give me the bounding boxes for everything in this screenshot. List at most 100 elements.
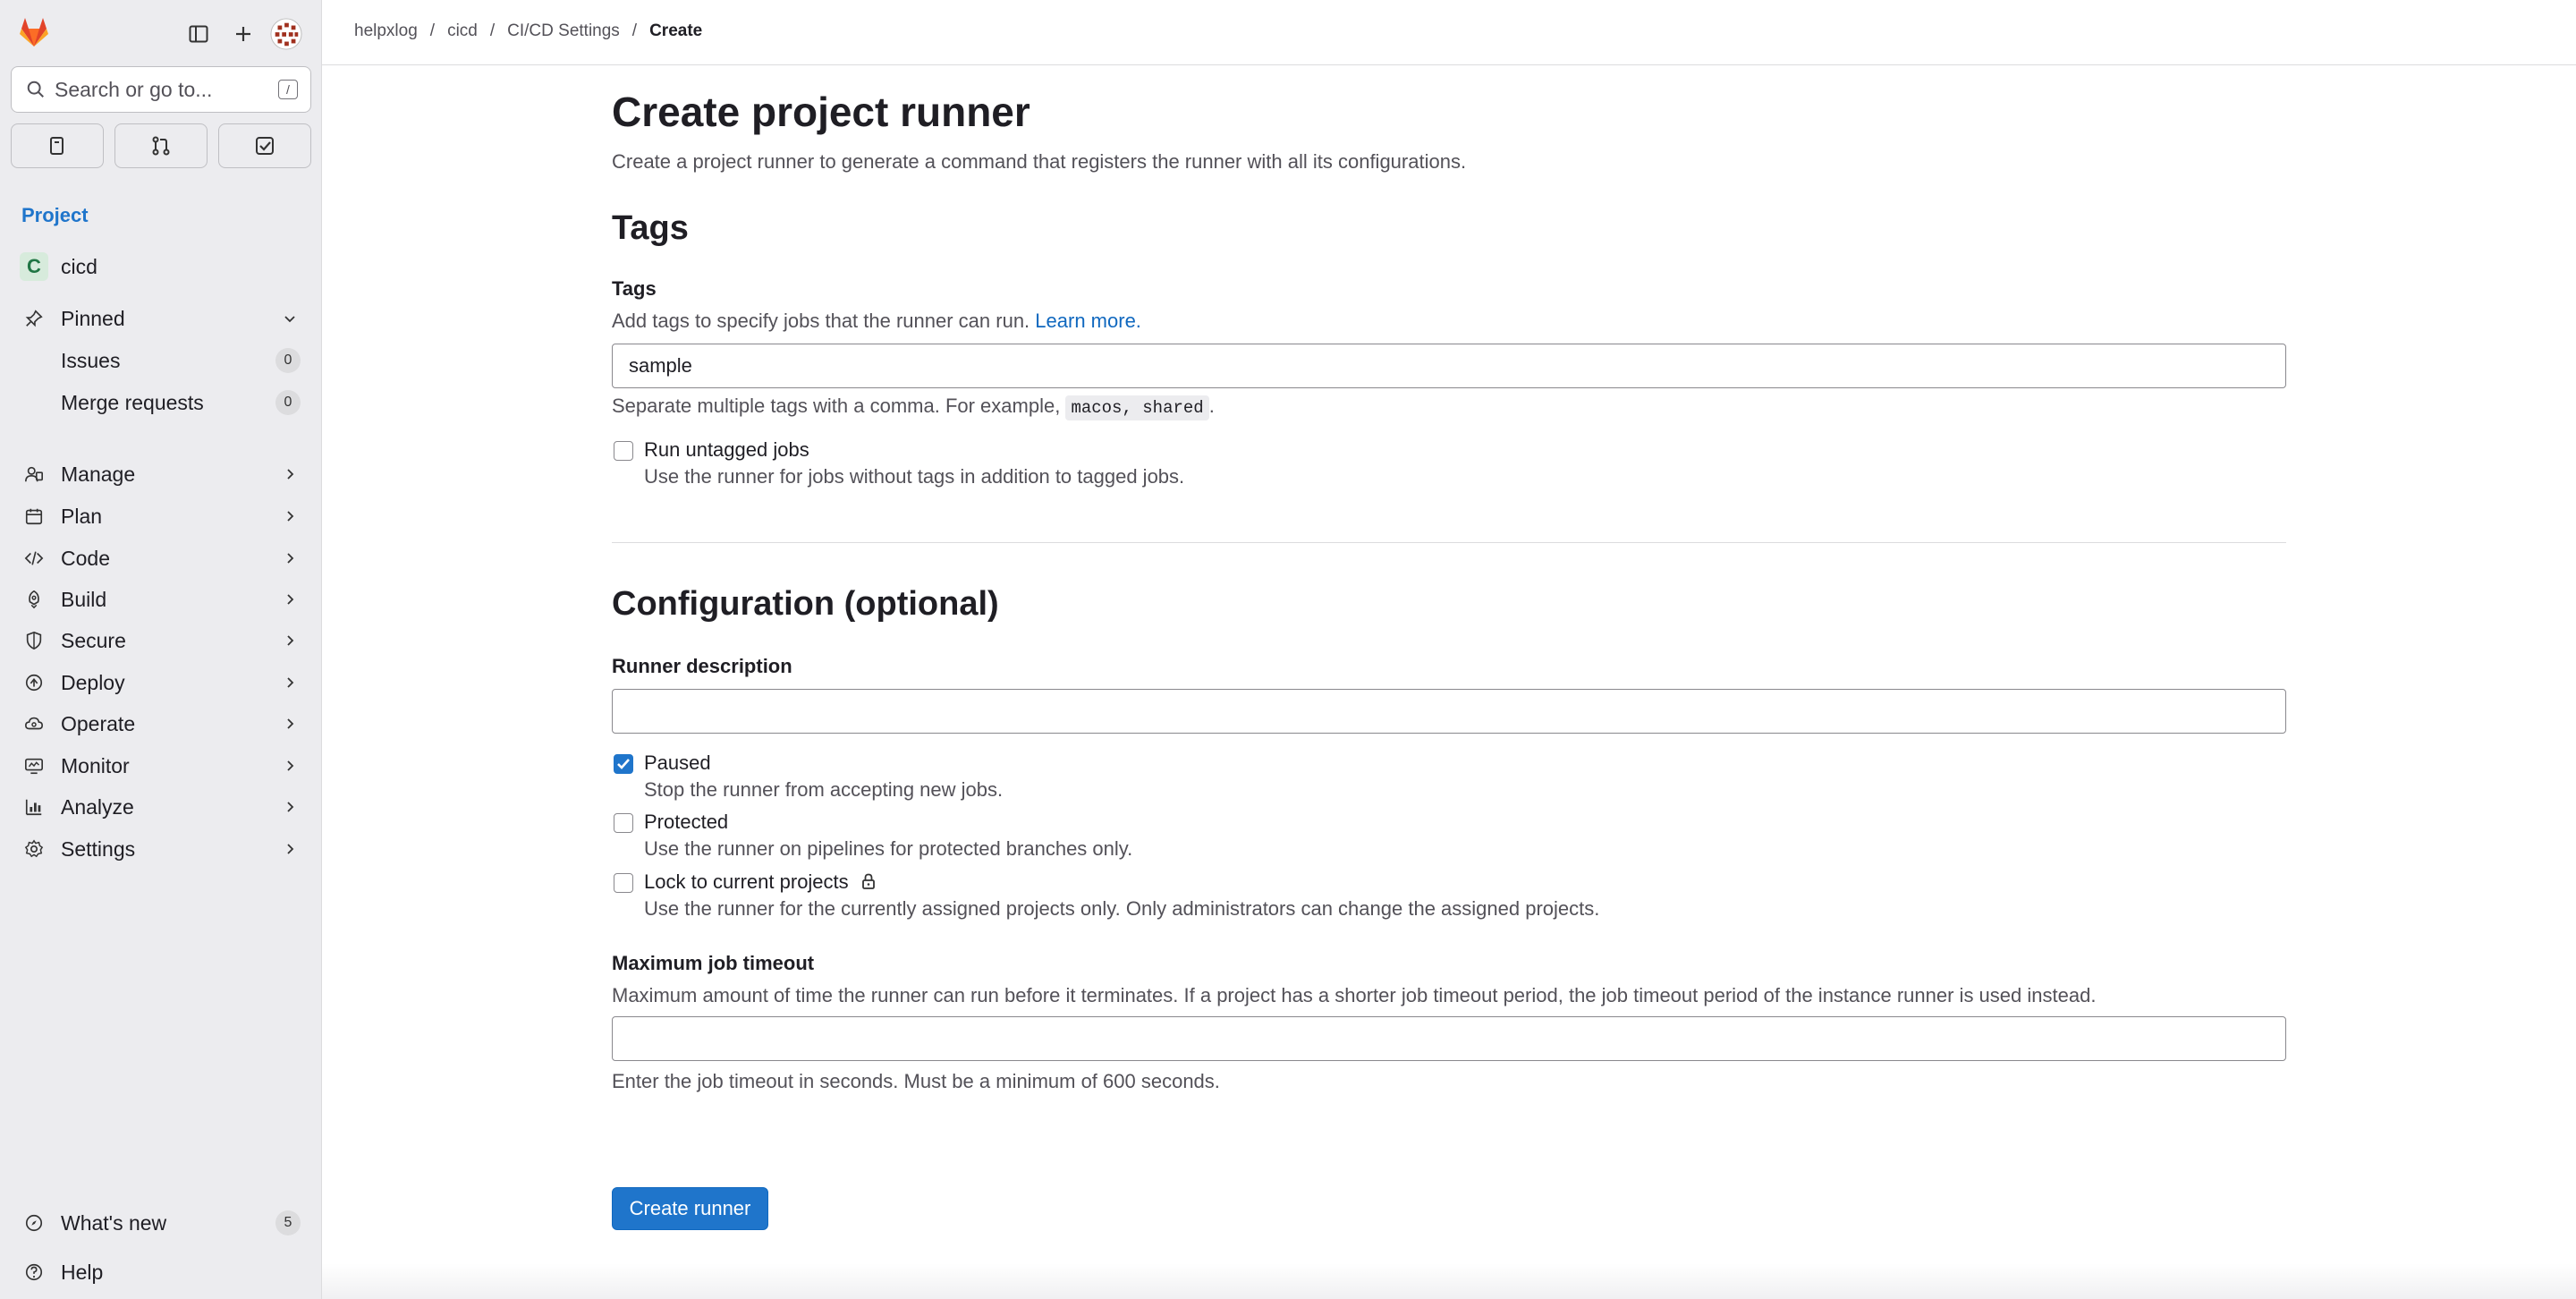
sidebar-item-pinned[interactable]: Pinned bbox=[11, 299, 311, 338]
sidebar-item-whats-new[interactable]: What's new 5 bbox=[11, 1203, 311, 1243]
paused-label: Paused bbox=[644, 751, 711, 774]
chevron-right-icon bbox=[287, 760, 294, 771]
sidebar-item-label: Monitor bbox=[61, 753, 130, 777]
tags-input[interactable] bbox=[612, 344, 2286, 388]
count-badge: 0 bbox=[275, 390, 301, 415]
header-divider bbox=[322, 64, 2576, 65]
breadcrumb-project[interactable]: cicd bbox=[447, 21, 478, 41]
chevron-right-icon bbox=[287, 844, 294, 854]
help-icon bbox=[25, 1263, 43, 1281]
sidebar-item-manage[interactable]: Manage bbox=[11, 454, 311, 494]
keyboard-shortcut-badge: / bbox=[278, 80, 298, 99]
users-icon bbox=[25, 466, 43, 482]
gear-icon bbox=[24, 839, 44, 858]
count-badge: 0 bbox=[275, 348, 301, 373]
pinned-label: Pinned bbox=[61, 306, 125, 330]
runner-description-input[interactable] bbox=[612, 689, 2286, 734]
paused-checkbox[interactable] bbox=[614, 754, 633, 774]
search-input[interactable]: Search or go to... / bbox=[11, 66, 311, 113]
run-untagged-label: Run untagged jobs bbox=[644, 438, 809, 461]
sidebar-item-label: Analyze bbox=[61, 794, 134, 819]
todo-icon bbox=[256, 137, 274, 155]
chevron-right-icon bbox=[287, 594, 294, 605]
compass-icon bbox=[25, 1214, 43, 1232]
sidebar-item-analyze[interactable]: Analyze bbox=[11, 787, 311, 827]
sidebar-item-merge-requests[interactable]: Merge requests 0 bbox=[11, 383, 311, 422]
sidebar-item-plan[interactable]: Plan bbox=[11, 497, 311, 536]
sidebar-item-build[interactable]: Build bbox=[11, 580, 311, 619]
sidebar-item-issues[interactable]: Issues 0 bbox=[11, 341, 311, 380]
pin-icon bbox=[25, 310, 43, 327]
chevron-right-icon bbox=[287, 677, 294, 688]
search-icon bbox=[27, 81, 44, 98]
chevron-right-icon bbox=[287, 511, 294, 522]
breadcrumb: helpxlog / cicd / CI/CD Settings / Create bbox=[354, 21, 703, 41]
merge-requests-button[interactable] bbox=[114, 123, 208, 168]
sidebar-item-secure[interactable]: Secure bbox=[11, 621, 311, 660]
lock-label: Lock to current projects bbox=[644, 870, 877, 894]
max-timeout-help: Maximum amount of time the runner can ru… bbox=[612, 984, 2097, 1006]
section-divider bbox=[612, 542, 2286, 543]
page-title: Create project runner bbox=[612, 89, 1030, 135]
search-placeholder: Search or go to... bbox=[55, 77, 213, 101]
calendar-icon bbox=[25, 508, 43, 525]
breadcrumb-current[interactable]: Create bbox=[649, 21, 702, 41]
create-runner-button[interactable]: Create runner bbox=[612, 1187, 768, 1230]
lock-icon bbox=[861, 873, 875, 889]
page-description: Create a project runner to generate a co… bbox=[612, 150, 1467, 173]
user-avatar[interactable] bbox=[270, 18, 302, 50]
sidebar-item-label: Operate bbox=[61, 711, 136, 735]
breadcrumb-settings[interactable]: CI/CD Settings bbox=[507, 21, 620, 41]
tags-heading: Tags bbox=[612, 209, 689, 247]
gitlab-logo-icon[interactable] bbox=[16, 14, 52, 50]
assigned-issues-button[interactable] bbox=[11, 123, 104, 168]
merge-request-icon bbox=[152, 136, 170, 156]
sidebar-item-label: Build bbox=[61, 587, 107, 611]
sidebar-item-project[interactable]: C cicd bbox=[11, 247, 311, 286]
protected-checkbox[interactable] bbox=[614, 813, 633, 833]
run-untagged-checkbox[interactable] bbox=[614, 441, 633, 461]
sidebar-item-settings[interactable]: Settings bbox=[11, 829, 311, 869]
sidebar-item-label: Settings bbox=[61, 836, 136, 861]
monitor-icon bbox=[25, 758, 43, 775]
sidebar-item-deploy[interactable]: Deploy bbox=[11, 663, 311, 702]
project-avatar: C bbox=[18, 252, 50, 281]
sidebar-topbar bbox=[14, 13, 307, 55]
paused-help: Stop the runner from accepting new jobs. bbox=[644, 778, 1004, 801]
sidebar-item-code[interactable]: Code bbox=[11, 539, 311, 578]
deploy-icon bbox=[25, 674, 43, 692]
toggle-sidebar-icon[interactable] bbox=[182, 18, 215, 50]
max-timeout-label: Maximum job timeout bbox=[612, 952, 815, 974]
bottom-fade bbox=[322, 1263, 2576, 1299]
code-icon bbox=[24, 551, 44, 565]
sidebar-item-label: Code bbox=[61, 546, 110, 570]
max-timeout-input[interactable] bbox=[612, 1016, 2286, 1061]
run-untagged-help: Use the runner for jobs without tags in … bbox=[644, 465, 1185, 488]
sidebar-item-monitor[interactable]: Monitor bbox=[11, 746, 311, 785]
sidebar-item-label: Merge requests bbox=[61, 390, 204, 414]
quick-actions bbox=[11, 123, 311, 168]
chevron-right-icon bbox=[287, 553, 294, 564]
sidebar-item-label: What's new bbox=[61, 1210, 167, 1235]
tags-label: Tags bbox=[612, 277, 657, 300]
tags-example-code: macos, shared bbox=[1065, 395, 1209, 420]
sidebar-item-label: Secure bbox=[61, 628, 126, 652]
sidebar-item-help[interactable]: Help bbox=[11, 1252, 311, 1292]
learn-more-link[interactable]: Learn more. bbox=[1035, 310, 1141, 332]
sidebar-item-label: Plan bbox=[61, 504, 103, 528]
create-new-icon[interactable] bbox=[227, 18, 259, 50]
sidebar-item-operate[interactable]: Operate bbox=[11, 704, 311, 743]
sidebar-item-label: Help bbox=[61, 1260, 104, 1284]
breadcrumb-group[interactable]: helpxlog bbox=[354, 21, 418, 41]
lock-to-projects-checkbox[interactable] bbox=[614, 873, 633, 893]
sidebar-item-label: Issues bbox=[61, 348, 121, 372]
runner-description-label: Runner description bbox=[612, 655, 792, 677]
sidebar-item-label: Manage bbox=[61, 462, 136, 486]
chevron-right-icon bbox=[287, 802, 294, 812]
checkmark-icon bbox=[617, 759, 630, 769]
shield-icon bbox=[26, 631, 42, 650]
todo-list-button[interactable] bbox=[218, 123, 311, 168]
protected-help: Use the runner on pipelines for protecte… bbox=[644, 837, 1133, 860]
chart-icon bbox=[25, 799, 42, 816]
sidebar: Search or go to... / Project C cicd Pinn… bbox=[0, 0, 322, 1299]
